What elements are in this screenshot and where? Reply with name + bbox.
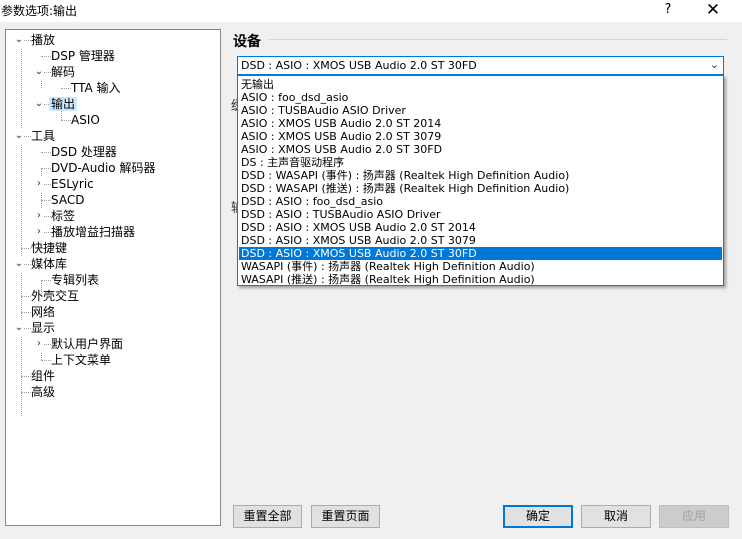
tree-item-label: 解码 <box>51 65 76 79</box>
chevron-right-icon[interactable]: › <box>34 336 44 352</box>
chevron-down-icon[interactable]: ⌄ <box>14 128 24 144</box>
dropdown-option[interactable]: DSD : ASIO : XMOS USB Audio 2.0 ST 30FD <box>239 247 722 260</box>
tree-item-label: DSD 处理器 <box>51 145 117 159</box>
tree-item[interactable]: 标签 <box>49 208 77 224</box>
tree-item[interactable]: 组件 <box>29 368 57 384</box>
output-device-select[interactable]: DSD : ASIO : XMOS USB Audio 2.0 ST 30FD … <box>237 56 724 75</box>
tree-item-label: DSP 管理器 <box>51 49 115 63</box>
window-title: 参数选项:输出 <box>1 4 78 18</box>
tree-item-label: 默认用户界面 <box>51 337 124 351</box>
dropdown-option[interactable]: ASIO : XMOS USB Audio 2.0 ST 3079 <box>239 130 722 143</box>
tree-item[interactable]: 播放 <box>29 32 57 48</box>
output-device-dropdown-list[interactable]: 无输出 ASIO : foo_dsd_asio ASIO : TUSBAudio A… <box>237 75 724 286</box>
dropdown-option[interactable]: DSD : WASAPI (推送) : 扬声器 (Realtek High De… <box>239 182 722 195</box>
dropdown-option[interactable]: DSD : ASIO : foo_dsd_asio <box>239 195 722 208</box>
tree-item-label: ESLyric <box>51 177 94 191</box>
tree-item-label: 高级 <box>31 385 56 399</box>
tree-item[interactable]: DSD 处理器 <box>49 144 119 160</box>
dropdown-option[interactable]: ASIO : XMOS USB Audio 2.0 ST 2014 <box>239 117 722 130</box>
tree-guide-line <box>21 40 22 416</box>
tree-item[interactable]: 输出 <box>49 96 78 112</box>
chevron-right-icon[interactable]: › <box>34 224 44 240</box>
tree-item-label: 上下文菜单 <box>51 353 112 367</box>
tree-item[interactable]: 显示 <box>29 320 57 336</box>
dropdown-option[interactable]: ASIO : XMOS USB Audio 2.0 ST 30FD <box>239 143 722 156</box>
tree-item[interactable]: 播放增益扫描器 <box>49 224 137 240</box>
preferences-tree[interactable]: ⌄ 播放 DSP 管理器 ⌄ 解码 TTA 输入 ⌄ 输出 ASIO ⌄ 工具 DSD 处理器 DVD-… <box>5 29 221 526</box>
tree-item[interactable]: 默认用户界面 <box>49 336 125 352</box>
tree-item-label: TTA 输入 <box>71 81 121 95</box>
title-bar: 参数选项:输出 ? ✕ <box>0 0 742 22</box>
reset-page-button[interactable]: 重置页面 <box>311 505 380 528</box>
tree-item[interactable]: 解码 <box>49 64 77 80</box>
output-device-value: DSD : ASIO : XMOS USB Audio 2.0 ST 30FD <box>241 59 477 72</box>
tree-item[interactable]: 网络 <box>29 304 57 320</box>
tree-item-label: 工具 <box>31 129 56 143</box>
ok-button[interactable]: 确定 <box>503 505 573 528</box>
close-button[interactable]: ✕ <box>698 0 728 20</box>
tree-item[interactable]: 快捷键 <box>29 240 69 256</box>
tree-item[interactable]: 专辑列表 <box>49 272 101 288</box>
dropdown-option[interactable]: DSD : ASIO : TUSBAudio ASIO Driver <box>239 208 722 221</box>
tree-item[interactable]: SACD <box>49 192 86 208</box>
tree-item[interactable]: 高级 <box>29 384 57 400</box>
dropdown-option[interactable]: 无输出 <box>239 78 722 91</box>
tree-item-label: 外壳交互 <box>31 289 80 303</box>
chevron-down-icon[interactable]: ⌄ <box>14 320 24 336</box>
help-button[interactable]: ? <box>656 0 680 20</box>
tree-item-label: 组件 <box>31 369 56 383</box>
tree-item-label: 网络 <box>31 305 56 319</box>
chevron-down-icon[interactable]: ⌄ <box>14 32 24 48</box>
tree-item[interactable]: ASIO <box>69 112 102 128</box>
chevron-down-icon[interactable]: ⌄ <box>14 256 24 272</box>
chevron-right-icon[interactable]: › <box>34 208 44 224</box>
reset-all-button[interactable]: 重置全部 <box>233 505 302 528</box>
tree-item[interactable]: 媒体库 <box>29 256 69 272</box>
section-title: 设备 <box>233 34 261 50</box>
tree-item-label: 标签 <box>51 209 76 223</box>
dropdown-option[interactable]: ASIO : TUSBAudio ASIO Driver <box>239 104 722 117</box>
tree-item[interactable]: 上下文菜单 <box>49 352 113 368</box>
chevron-right-icon[interactable]: › <box>34 176 44 192</box>
tree-item-label: 媒体库 <box>31 257 68 271</box>
dropdown-option[interactable]: ASIO : foo_dsd_asio <box>239 91 722 104</box>
chevron-down-icon[interactable]: ⌄ <box>710 58 719 71</box>
tree-item[interactable]: DVD-Audio 解码器 <box>49 160 157 176</box>
tree-item-label: 显示 <box>31 321 56 335</box>
tree-item[interactable]: DSP 管理器 <box>49 48 117 64</box>
tree-item-label: DVD-Audio 解码器 <box>51 161 156 175</box>
apply-button[interactable]: 应用 <box>659 505 729 528</box>
dropdown-option[interactable]: DSD : WASAPI (事件) : 扬声器 (Realtek High De… <box>239 169 722 182</box>
tree-item-label: 专辑列表 <box>51 273 100 287</box>
tree-item-label: SACD <box>51 193 85 207</box>
tree-item-label: 快捷键 <box>31 241 68 255</box>
tree-item-label: 输出 <box>49 97 78 111</box>
tree-item-label: 播放增益扫描器 <box>51 225 136 239</box>
cancel-button[interactable]: 取消 <box>581 505 651 528</box>
tree-item-label: ASIO <box>71 113 100 127</box>
chevron-down-icon[interactable]: ⌄ <box>34 64 44 80</box>
tree-item-label: 播放 <box>31 33 56 47</box>
tree-item[interactable]: 外壳交互 <box>29 288 81 304</box>
chevron-down-icon[interactable]: ⌄ <box>34 96 44 112</box>
tree-item[interactable]: 工具 <box>29 128 57 144</box>
section-divider <box>269 39 727 40</box>
tree-item[interactable]: ESLyric <box>49 176 96 192</box>
dropdown-option[interactable]: DS : 主声音驱动程序 <box>239 156 722 169</box>
dropdown-option[interactable]: DSD : ASIO : XMOS USB Audio 2.0 ST 2014 <box>239 221 722 234</box>
dropdown-option[interactable]: WASAPI (事件) : 扬声器 (Realtek High Definiti… <box>239 260 722 273</box>
dropdown-option[interactable]: WASAPI (推送) : 扬声器 (Realtek High Definiti… <box>239 273 722 286</box>
dropdown-option[interactable]: DSD : ASIO : XMOS USB Audio 2.0 ST 3079 <box>239 234 722 247</box>
tree-item[interactable]: TTA 输入 <box>69 80 123 96</box>
